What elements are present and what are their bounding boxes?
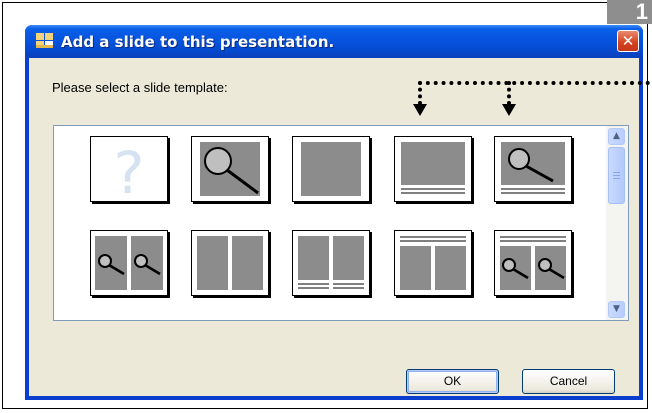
scroll-thumb[interactable] bbox=[608, 147, 625, 204]
close-button[interactable]: ✕ bbox=[617, 30, 639, 52]
template-two-images[interactable] bbox=[90, 230, 168, 296]
template-two-columns[interactable] bbox=[191, 230, 269, 296]
template-gray-with-caption[interactable] bbox=[394, 136, 472, 202]
template-image-full[interactable] bbox=[191, 136, 269, 202]
annotation-arrow-shaft bbox=[418, 81, 422, 105]
ok-button[interactable]: OK bbox=[406, 369, 499, 394]
template-two-columns-caption[interactable] bbox=[292, 230, 370, 296]
question-mark-icon: ? bbox=[114, 139, 145, 201]
cancel-button[interactable]: Cancel bbox=[522, 369, 615, 394]
scroll-grip bbox=[613, 175, 620, 176]
app-icon bbox=[36, 33, 53, 48]
template-image-with-caption[interactable] bbox=[494, 136, 572, 202]
magnifier-caption-icon bbox=[501, 142, 565, 194]
prompt-label: Please select a slide template: bbox=[52, 80, 228, 95]
gallery-scrollbar[interactable]: ▲ ▼ bbox=[606, 126, 628, 320]
annotation-arrow-shaft bbox=[507, 81, 511, 105]
gray-block-icon bbox=[301, 142, 361, 196]
template-gallery[interactable]: ? ▲ ▼ bbox=[53, 125, 629, 321]
annotation-arrow-head bbox=[413, 104, 427, 116]
two-columns-caption-icon bbox=[298, 236, 364, 289]
header-magnifiers-icon bbox=[500, 236, 566, 290]
dialog-title: Add a slide to this presentation. bbox=[61, 33, 335, 51]
corner-tab: 1 bbox=[607, 0, 652, 24]
template-full-gray[interactable] bbox=[292, 136, 370, 202]
template-header-two-images[interactable] bbox=[494, 230, 572, 296]
annotation-arrow-head bbox=[502, 104, 516, 116]
caption-lines-icon bbox=[401, 142, 465, 194]
two-magnifier-icon bbox=[95, 236, 163, 290]
template-header-two-columns[interactable] bbox=[394, 230, 472, 296]
title-bar[interactable]: Add a slide to this presentation. ✕ bbox=[25, 25, 643, 58]
scroll-up-button[interactable]: ▲ bbox=[608, 128, 625, 145]
svg-text:?: ? bbox=[114, 139, 145, 201]
magnifier-icon bbox=[200, 142, 260, 196]
two-columns-icon bbox=[197, 236, 263, 290]
scroll-down-button[interactable]: ▼ bbox=[608, 301, 625, 318]
annotation-dotted-line bbox=[418, 81, 650, 85]
template-blank-question[interactable]: ? bbox=[90, 136, 168, 202]
scroll-grip bbox=[613, 172, 620, 173]
dialog-body: Please select a slide template: ? ▲ ▼ OK… bbox=[29, 58, 639, 396]
scroll-grip bbox=[613, 178, 620, 179]
header-columns-icon bbox=[400, 236, 466, 290]
